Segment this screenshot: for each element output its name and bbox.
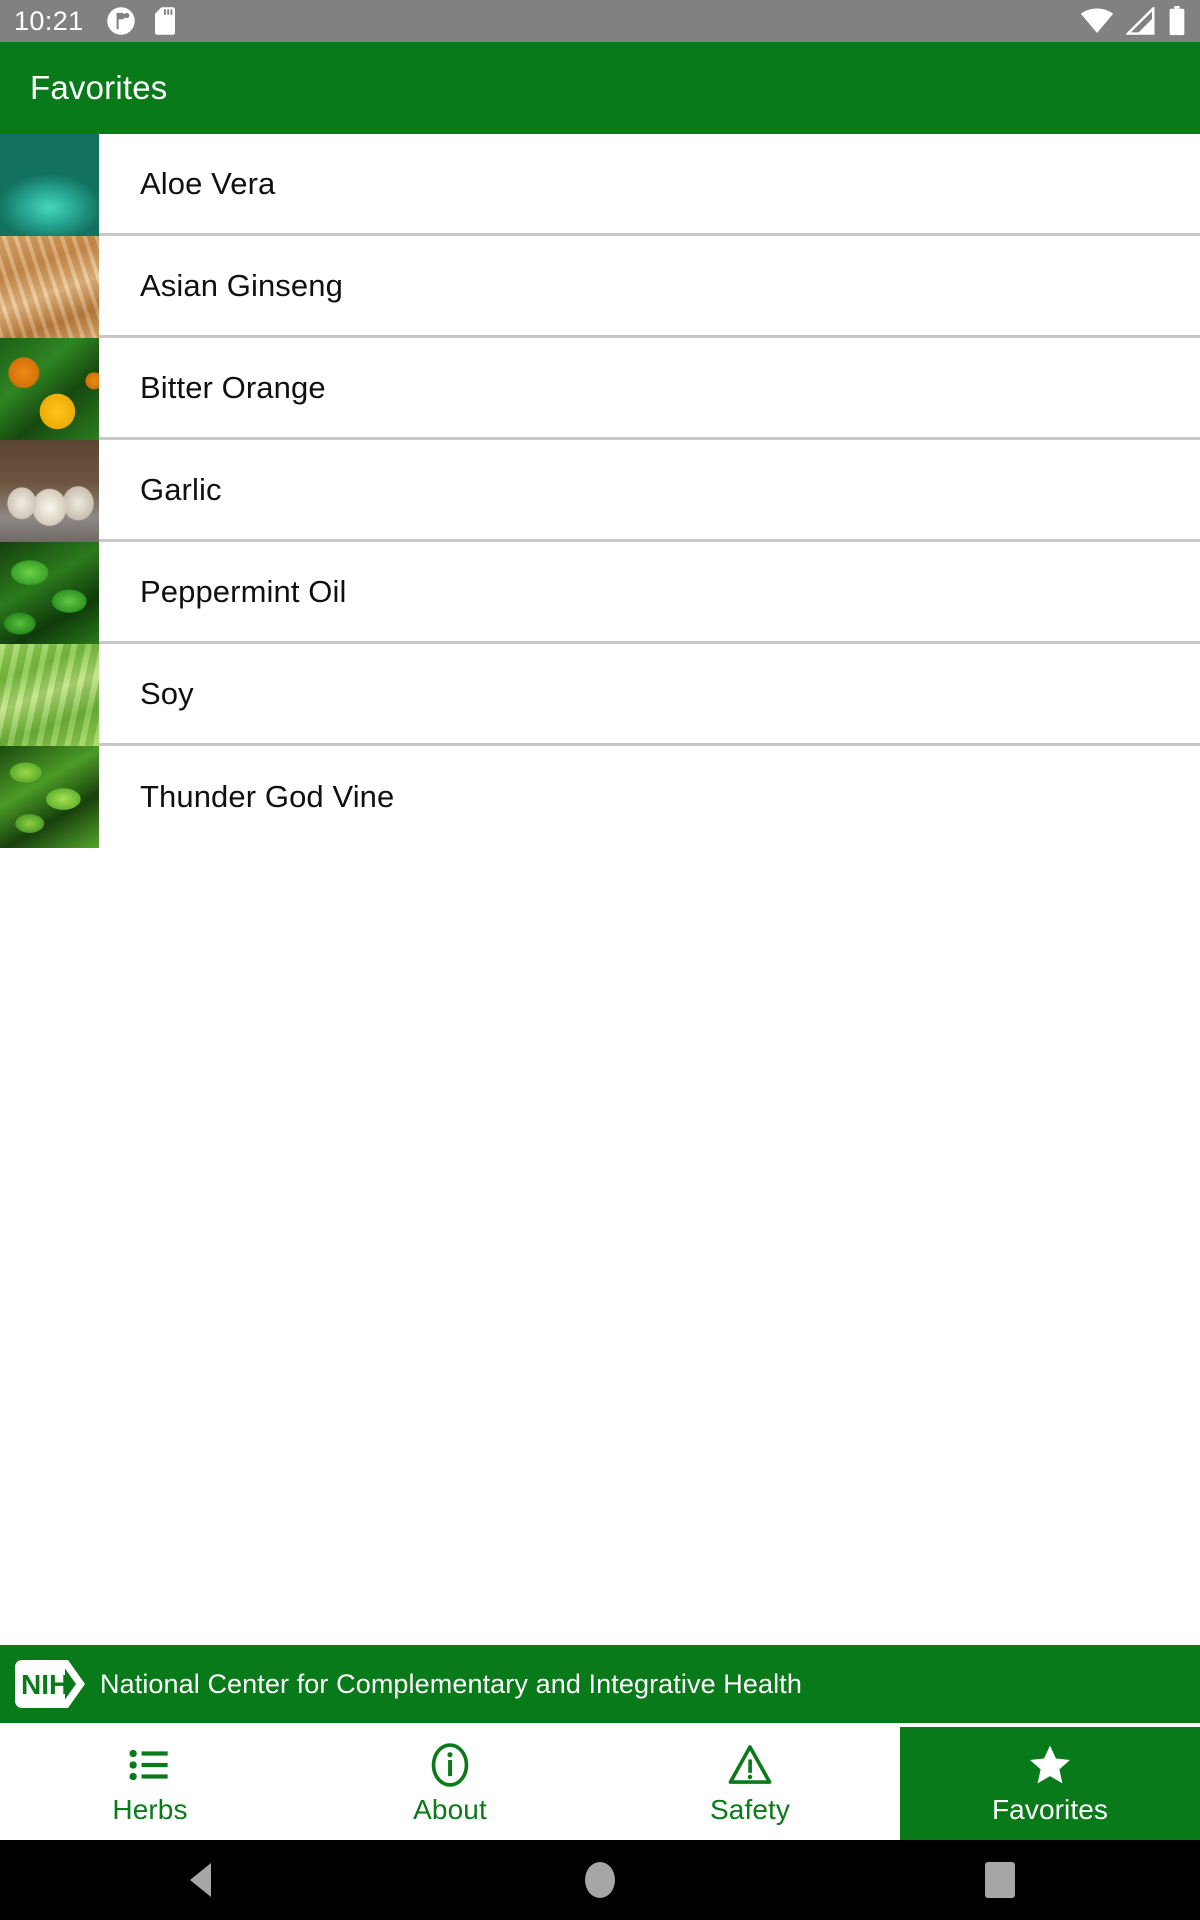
- list-item-text: Bitter Orange: [99, 338, 1200, 437]
- status-bar-clock: 10:21: [14, 5, 84, 36]
- triangle-back-icon: [189, 1863, 211, 1897]
- list-item[interactable]: Peppermint Oil: [0, 542, 1200, 644]
- star-icon: [1027, 1742, 1073, 1788]
- app-root: 10:21 Favorites Aloe Vera Asian Ginseng …: [0, 0, 1200, 1920]
- herb-name: Asian Ginseng: [140, 267, 343, 303]
- status-bar-notification-icons: [106, 6, 178, 36]
- info-circle-icon: [427, 1742, 473, 1788]
- tab-label: About: [413, 1793, 487, 1825]
- app-bar: Favorites: [0, 42, 1200, 134]
- tab-about[interactable]: About: [300, 1727, 600, 1840]
- list-item-text: Aloe Vera: [99, 134, 1200, 233]
- herb-name: Garlic: [140, 471, 222, 507]
- list-item[interactable]: Asian Ginseng: [0, 236, 1200, 338]
- list-item-text: Soy: [99, 644, 1200, 743]
- list-item[interactable]: Garlic: [0, 440, 1200, 542]
- tab-favorites[interactable]: Favorites: [900, 1727, 1200, 1840]
- herb-name: Peppermint Oil: [140, 573, 347, 609]
- list-item-text: Peppermint Oil: [99, 542, 1200, 641]
- garlic-photo: [0, 440, 99, 542]
- favorites-list[interactable]: Aloe Vera Asian Ginseng Bitter Orange Ga…: [0, 134, 1200, 848]
- tab-safety[interactable]: Safety: [600, 1727, 900, 1840]
- herb-name: Soy: [140, 675, 194, 711]
- tab-label: Favorites: [991, 1793, 1109, 1825]
- wifi-icon: [1080, 8, 1114, 34]
- tab-label: Safety: [710, 1793, 790, 1825]
- list-item[interactable]: Soy: [0, 644, 1200, 746]
- nih-footer-banner: NIH National Center for Complementary an…: [0, 1645, 1200, 1723]
- svg-text:NIH: NIH: [21, 1669, 69, 1700]
- square-recents-icon: [985, 1862, 1015, 1898]
- tab-herbs[interactable]: Herbs: [0, 1727, 300, 1840]
- list-item-text: Thunder God Vine: [99, 746, 1200, 848]
- page-title: Favorites: [30, 69, 168, 106]
- thunder-god-vine-photo: [0, 746, 99, 848]
- herb-name: Thunder God Vine: [140, 779, 395, 814]
- cellular-signal-icon: [1126, 7, 1156, 35]
- nav-recents-button[interactable]: [940, 1840, 1060, 1920]
- status-bar-system-icons: [1080, 6, 1186, 36]
- circle-home-icon: [585, 1862, 615, 1898]
- tab-label: Herbs: [112, 1793, 188, 1825]
- aloe-vera-photo: [0, 134, 99, 236]
- peppermint-oil-photo: [0, 542, 99, 644]
- app-notification-icon: [106, 6, 136, 36]
- android-system-nav[interactable]: [0, 1840, 1200, 1920]
- bottom-tab-bar[interactable]: Herbs About Safety Favorites: [0, 1725, 1200, 1840]
- warning-triangle-icon: [727, 1742, 773, 1788]
- nih-logo-icon: NIH: [14, 1657, 92, 1711]
- herb-name: Aloe Vera: [140, 165, 276, 201]
- battery-icon: [1168, 6, 1186, 36]
- list-item[interactable]: Bitter Orange: [0, 338, 1200, 440]
- soy-photo: [0, 644, 99, 746]
- list-icon: [127, 1742, 173, 1788]
- list-item-text: Asian Ginseng: [99, 236, 1200, 335]
- asian-ginseng-photo: [0, 236, 99, 338]
- bitter-orange-photo: [0, 338, 99, 440]
- herb-name: Bitter Orange: [140, 369, 326, 405]
- list-item[interactable]: Thunder God Vine: [0, 746, 1200, 848]
- nav-back-button[interactable]: [140, 1840, 260, 1920]
- list-item[interactable]: Aloe Vera: [0, 134, 1200, 236]
- nav-home-button[interactable]: [540, 1840, 660, 1920]
- status-bar: 10:21: [0, 0, 1200, 42]
- nih-agency-name: National Center for Complementary and In…: [100, 1668, 802, 1699]
- sd-card-icon: [152, 6, 178, 36]
- list-item-text: Garlic: [99, 440, 1200, 539]
